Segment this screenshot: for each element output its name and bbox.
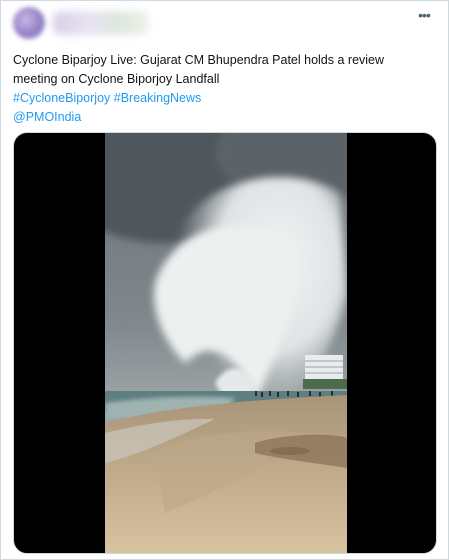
tweet-text-line-1: Cyclone Biparjoy Live: Gujarat CM Bhupen… [13,53,385,67]
more-options-icon[interactable]: ••• [412,7,436,27]
waterspout-video-image [105,133,347,553]
hashtags-link[interactable]: #CycloneBiporjoy #BreakingNews [13,89,433,108]
video-player[interactable] [13,132,437,554]
tweet-text: Cyclone Biparjoy Live: Gujarat CM Bhupen… [13,51,433,127]
blurred-username[interactable] [53,11,149,35]
mention-link[interactable]: @PMOIndia [13,108,433,127]
tweet-header: ••• [13,7,436,41]
tweet-text-line-2: meeting on Cyclone Biporjoy Landfall [13,72,220,86]
video-frame[interactable] [105,133,347,553]
tweet-card: ••• Cyclone Biparjoy Live: Gujarat CM Bh… [0,0,449,560]
avatar[interactable] [13,7,45,39]
